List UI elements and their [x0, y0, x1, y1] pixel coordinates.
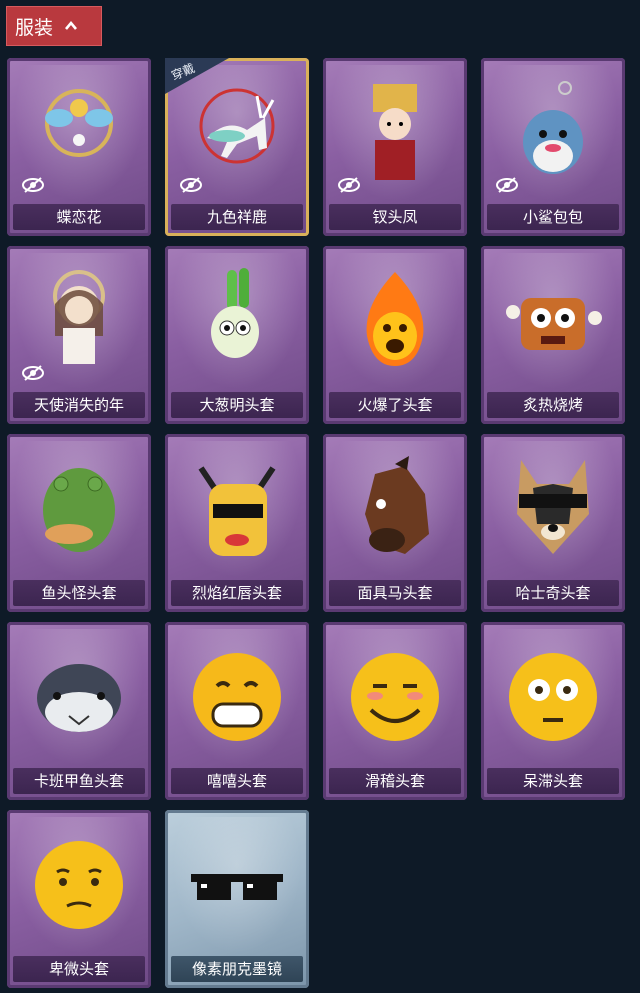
card-frame: 卡班甲鱼头套 [7, 622, 151, 800]
costume-name: 嘻嘻头套 [171, 768, 303, 794]
card-frame: 嘻嘻头套 [165, 622, 309, 800]
costume-name: 像素朋克墨镜 [171, 956, 303, 982]
angel-figure-icon [53, 270, 105, 364]
fire-head-icon [366, 272, 424, 366]
card-frame: 小鲨包包 [481, 58, 625, 236]
costume-card[interactable]: 火爆了头套 [323, 246, 467, 424]
humble-emoji-icon [35, 841, 123, 929]
costume-card[interactable]: 面具马头套 [323, 434, 467, 612]
costume-card[interactable]: 炙热烧烤 [481, 246, 625, 424]
costume-name: 卑微头套 [13, 956, 145, 982]
card-frame: 穿戴 九色祥鹿 [165, 58, 309, 236]
card-frame: 面具马头套 [323, 434, 467, 612]
flushed-emoji-icon [509, 653, 597, 741]
category-header-costume[interactable]: 服装 [6, 6, 102, 46]
card-frame: 天使消失的年 [7, 246, 151, 424]
card-frame: 卑微头套 [7, 810, 151, 988]
phoenix-crown-figure-icon [373, 84, 417, 180]
costume-card[interactable]: 穿戴 九色祥鹿 [165, 58, 309, 236]
costume-card[interactable]: 烈焰红唇头套 [165, 434, 309, 612]
husky-head-icon [517, 460, 589, 554]
eye-hidden-icon[interactable] [337, 176, 361, 194]
meat-head-icon [506, 298, 602, 350]
costume-card[interactable]: 天使消失的年 [7, 246, 151, 424]
costume-name: 大葱明头套 [171, 392, 303, 418]
costume-card[interactable]: 像素朋克墨镜 [165, 810, 309, 988]
costume-card[interactable]: 卡班甲鱼头套 [7, 622, 151, 800]
grin-emoji-icon [193, 653, 281, 741]
eye-hidden-icon[interactable] [21, 364, 45, 382]
costume-card[interactable]: 小鲨包包 [481, 58, 625, 236]
deer-ornament-icon [199, 88, 275, 164]
costume-name: 蝶恋花 [13, 204, 145, 230]
card-frame: 蝶恋花 [7, 58, 151, 236]
costume-card[interactable]: 滑稽头套 [323, 622, 467, 800]
costume-card[interactable]: 呆滞头套 [481, 622, 625, 800]
costume-name: 滑稽头套 [329, 768, 461, 794]
costume-name: 鱼头怪头套 [13, 580, 145, 606]
yellow-lips-head-icon [198, 466, 276, 556]
costume-name: 九色祥鹿 [171, 204, 303, 230]
costume-name: 天使消失的年 [13, 392, 145, 418]
costume-card[interactable]: 钗头凤 [323, 58, 467, 236]
card-frame: 炙热烧烤 [481, 246, 625, 424]
shark-keychain-icon [523, 81, 583, 174]
scallion-head-icon [211, 268, 259, 358]
costume-name: 面具马头套 [329, 580, 461, 606]
costume-card[interactable]: 嘻嘻头套 [165, 622, 309, 800]
costume-card[interactable]: 鱼头怪头套 [7, 434, 151, 612]
chevron-up-icon [65, 20, 78, 30]
card-frame: 滑稽头套 [323, 622, 467, 800]
card-frame: 烈焰红唇头套 [165, 434, 309, 612]
butterfly-ornament-icon [45, 89, 113, 157]
eye-hidden-icon[interactable] [21, 176, 45, 194]
costume-card[interactable]: 蝶恋花 [7, 58, 151, 236]
fish-round-head-icon [37, 664, 121, 732]
horse-head-icon [365, 456, 429, 554]
card-frame: 哈士奇头套 [481, 434, 625, 612]
card-frame: 火爆了头套 [323, 246, 467, 424]
pixel-sunglasses-icon [191, 874, 283, 900]
costume-name: 钗头凤 [329, 204, 461, 230]
card-frame: 呆滞头套 [481, 622, 625, 800]
costume-name: 炙热烧烤 [487, 392, 619, 418]
fish-head-icon [43, 468, 115, 552]
costume-card[interactable]: 卑微头套 [7, 810, 151, 988]
card-frame: 大葱明头套 [165, 246, 309, 424]
card-frame: 鱼头怪头套 [7, 434, 151, 612]
costume-name: 烈焰红唇头套 [171, 580, 303, 606]
costume-name: 哈士奇头套 [487, 580, 619, 606]
eye-hidden-icon[interactable] [179, 176, 203, 194]
card-frame: 像素朋克墨镜 [165, 810, 309, 988]
costume-name: 火爆了头套 [329, 392, 461, 418]
card-frame: 钗头凤 [323, 58, 467, 236]
category-title: 服装 [15, 16, 54, 39]
smirk-emoji-icon [351, 653, 439, 741]
costume-name: 呆滞头套 [487, 768, 619, 794]
costume-name: 小鲨包包 [487, 204, 619, 230]
costume-card[interactable]: 哈士奇头套 [481, 434, 625, 612]
costume-name: 卡班甲鱼头套 [13, 768, 145, 794]
eye-hidden-icon[interactable] [495, 176, 519, 194]
costume-card[interactable]: 大葱明头套 [165, 246, 309, 424]
